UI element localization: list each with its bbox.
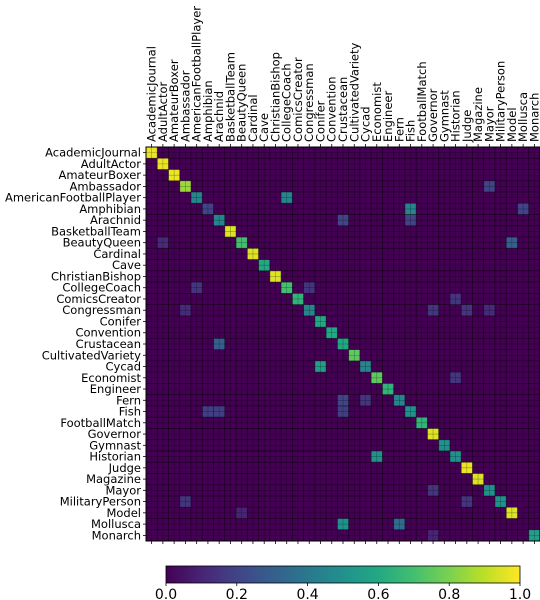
colorbar xyxy=(165,565,521,584)
colorbar-tick-label: 0.0 xyxy=(155,587,177,600)
y-tick-label: Monarch xyxy=(92,528,141,542)
colorbar-tick-label: 1.0 xyxy=(509,587,531,600)
colorbar-tick-label: 0.2 xyxy=(226,587,248,600)
colorbar-tick-label: 0.4 xyxy=(296,587,318,600)
colorbar-tick-label: 0.6 xyxy=(367,587,389,600)
colorbar-tick-label: 0.8 xyxy=(438,587,460,600)
colorbar-ticks: 0.0 0.2 0.4 0.6 0.8 1.0 xyxy=(155,583,531,600)
y-axis-ticks: AcademicJournalAdultActorAmateurBoxerAmb… xyxy=(5,146,146,542)
x-tick-label: Monarch xyxy=(527,93,540,142)
confusion-heatmap: AcademicJournalAdultActorAmateurBoxerAmb… xyxy=(5,6,540,600)
